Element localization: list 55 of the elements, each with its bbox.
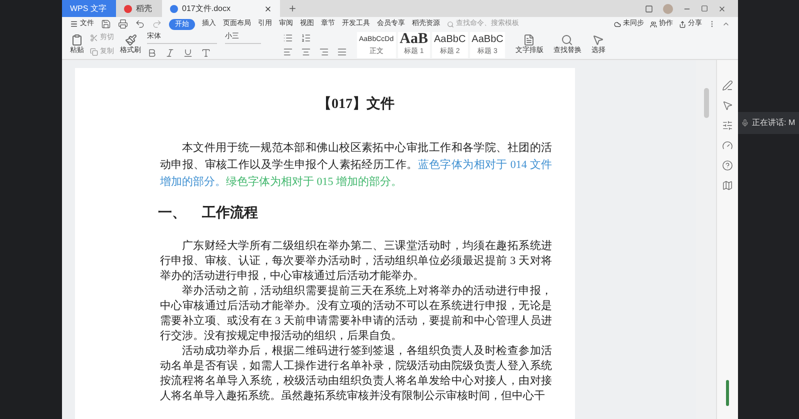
document-title: 【017】文件 — [316, 96, 396, 114]
layout-icon[interactable] — [645, 4, 653, 12]
italic-icon[interactable] — [165, 48, 175, 58]
search-icon — [561, 34, 574, 46]
restore-icon[interactable] — [701, 5, 708, 12]
new-tab-icon[interactable] — [288, 4, 297, 13]
docer-logo-icon — [124, 4, 132, 12]
undo-icon[interactable] — [135, 19, 145, 29]
clipboard-icon — [71, 34, 83, 46]
print-icon[interactable] — [118, 19, 128, 29]
close-icon[interactable] — [264, 4, 272, 12]
menu-icon — [70, 20, 78, 28]
align-left-icon[interactable] — [283, 47, 293, 57]
body-paragraph: 活动成功举办后，根据二维码进行签到签退，各组织负责人及时检查参加活动名单是否有误，如需人工操作进行名单补录，院级活动由院级负责人登入系统按流程将名单导入系统，校级活动由组织负责人将名单发给中心对接人，由对接人将名单导入趣拓系统。虽然趣拓系统审核并没有限制公示审核时间，但中心干 — [160, 344, 552, 404]
title-tab[interactable]: WPS 文字 — [62, 0, 116, 17]
heading-number: 一、 — [158, 203, 186, 221]
speaking-indicator: 正在讲话: M — [738, 112, 799, 134]
brush-icon — [124, 34, 136, 46]
help-icon[interactable] — [722, 160, 733, 171]
justify-icon[interactable] — [337, 47, 347, 57]
map-icon[interactable] — [722, 180, 733, 191]
numbered-list-icon[interactable] — [301, 33, 311, 43]
copy-icon — [90, 48, 98, 56]
bullet-list-icon[interactable] — [283, 33, 293, 43]
font-color-icon[interactable] — [201, 48, 211, 58]
sliders-icon[interactable] — [722, 120, 733, 131]
title-tab[interactable]: 017文件.docx — [162, 0, 280, 17]
side-handle[interactable] — [726, 380, 729, 406]
scrollbar-thumb[interactable] — [704, 88, 708, 118]
body-paragraph: 广东财经大学所有二级组织在举办第二、三课堂活动时，均须在趣拓系统进行申报、审核、认证，每次要举办活动时，活动组织单位必须最迟提前 3 天对将举办的活动进行申报，中心审核通过后活动才能举办。 — [160, 239, 552, 284]
pen-icon[interactable] — [722, 80, 733, 91]
document-lines-icon — [523, 34, 536, 46]
gauge-icon[interactable] — [722, 140, 733, 151]
intro-paragraph: 本文件用于统一规范本部和佛山校区素拓中心审批工作和各学院、社团的活动申报、审核工作以及学生申报个人素拓经历工作。蓝色字体为相对于 014 文件增加的部分。绿色字体为相对于 015 增加的部分。 — [160, 140, 552, 190]
pointer-icon[interactable] — [722, 100, 733, 111]
tab-label: 稻壳 — [136, 2, 152, 14]
share-icon — [679, 20, 686, 28]
microphone-icon — [741, 119, 749, 127]
align-center-icon[interactable] — [301, 47, 311, 57]
save-icon[interactable] — [101, 19, 111, 29]
bold-icon[interactable] — [147, 48, 157, 58]
people-icon — [650, 20, 657, 28]
underline-icon[interactable] — [183, 48, 193, 58]
scissors-icon — [90, 34, 98, 42]
body-paragraph: 举办活动之前，活动组织需要提前三天在系统上对将举办的活动进行申报，中心审核通过后活动才能举办。没有立项的活动不可以在系统进行申报，无论是需要补立项、或没有在 3 天前申请需要补申请的活动，要提前和中心管理人员进行交涉。没有按规定申报活动的组织，后果自负。 — [160, 284, 552, 344]
collapse-icon[interactable] — [722, 20, 730, 28]
tab-label: WPS 文字 — [70, 2, 106, 14]
cloud-icon — [614, 20, 621, 28]
section-heading: 工作流程 — [202, 203, 258, 221]
align-right-icon[interactable] — [319, 47, 329, 57]
tab-label: 017文件.docx — [182, 2, 230, 14]
close-icon[interactable] — [718, 4, 726, 12]
pointer-icon — [592, 34, 604, 46]
search-icon — [447, 20, 454, 28]
document-icon — [170, 4, 178, 12]
